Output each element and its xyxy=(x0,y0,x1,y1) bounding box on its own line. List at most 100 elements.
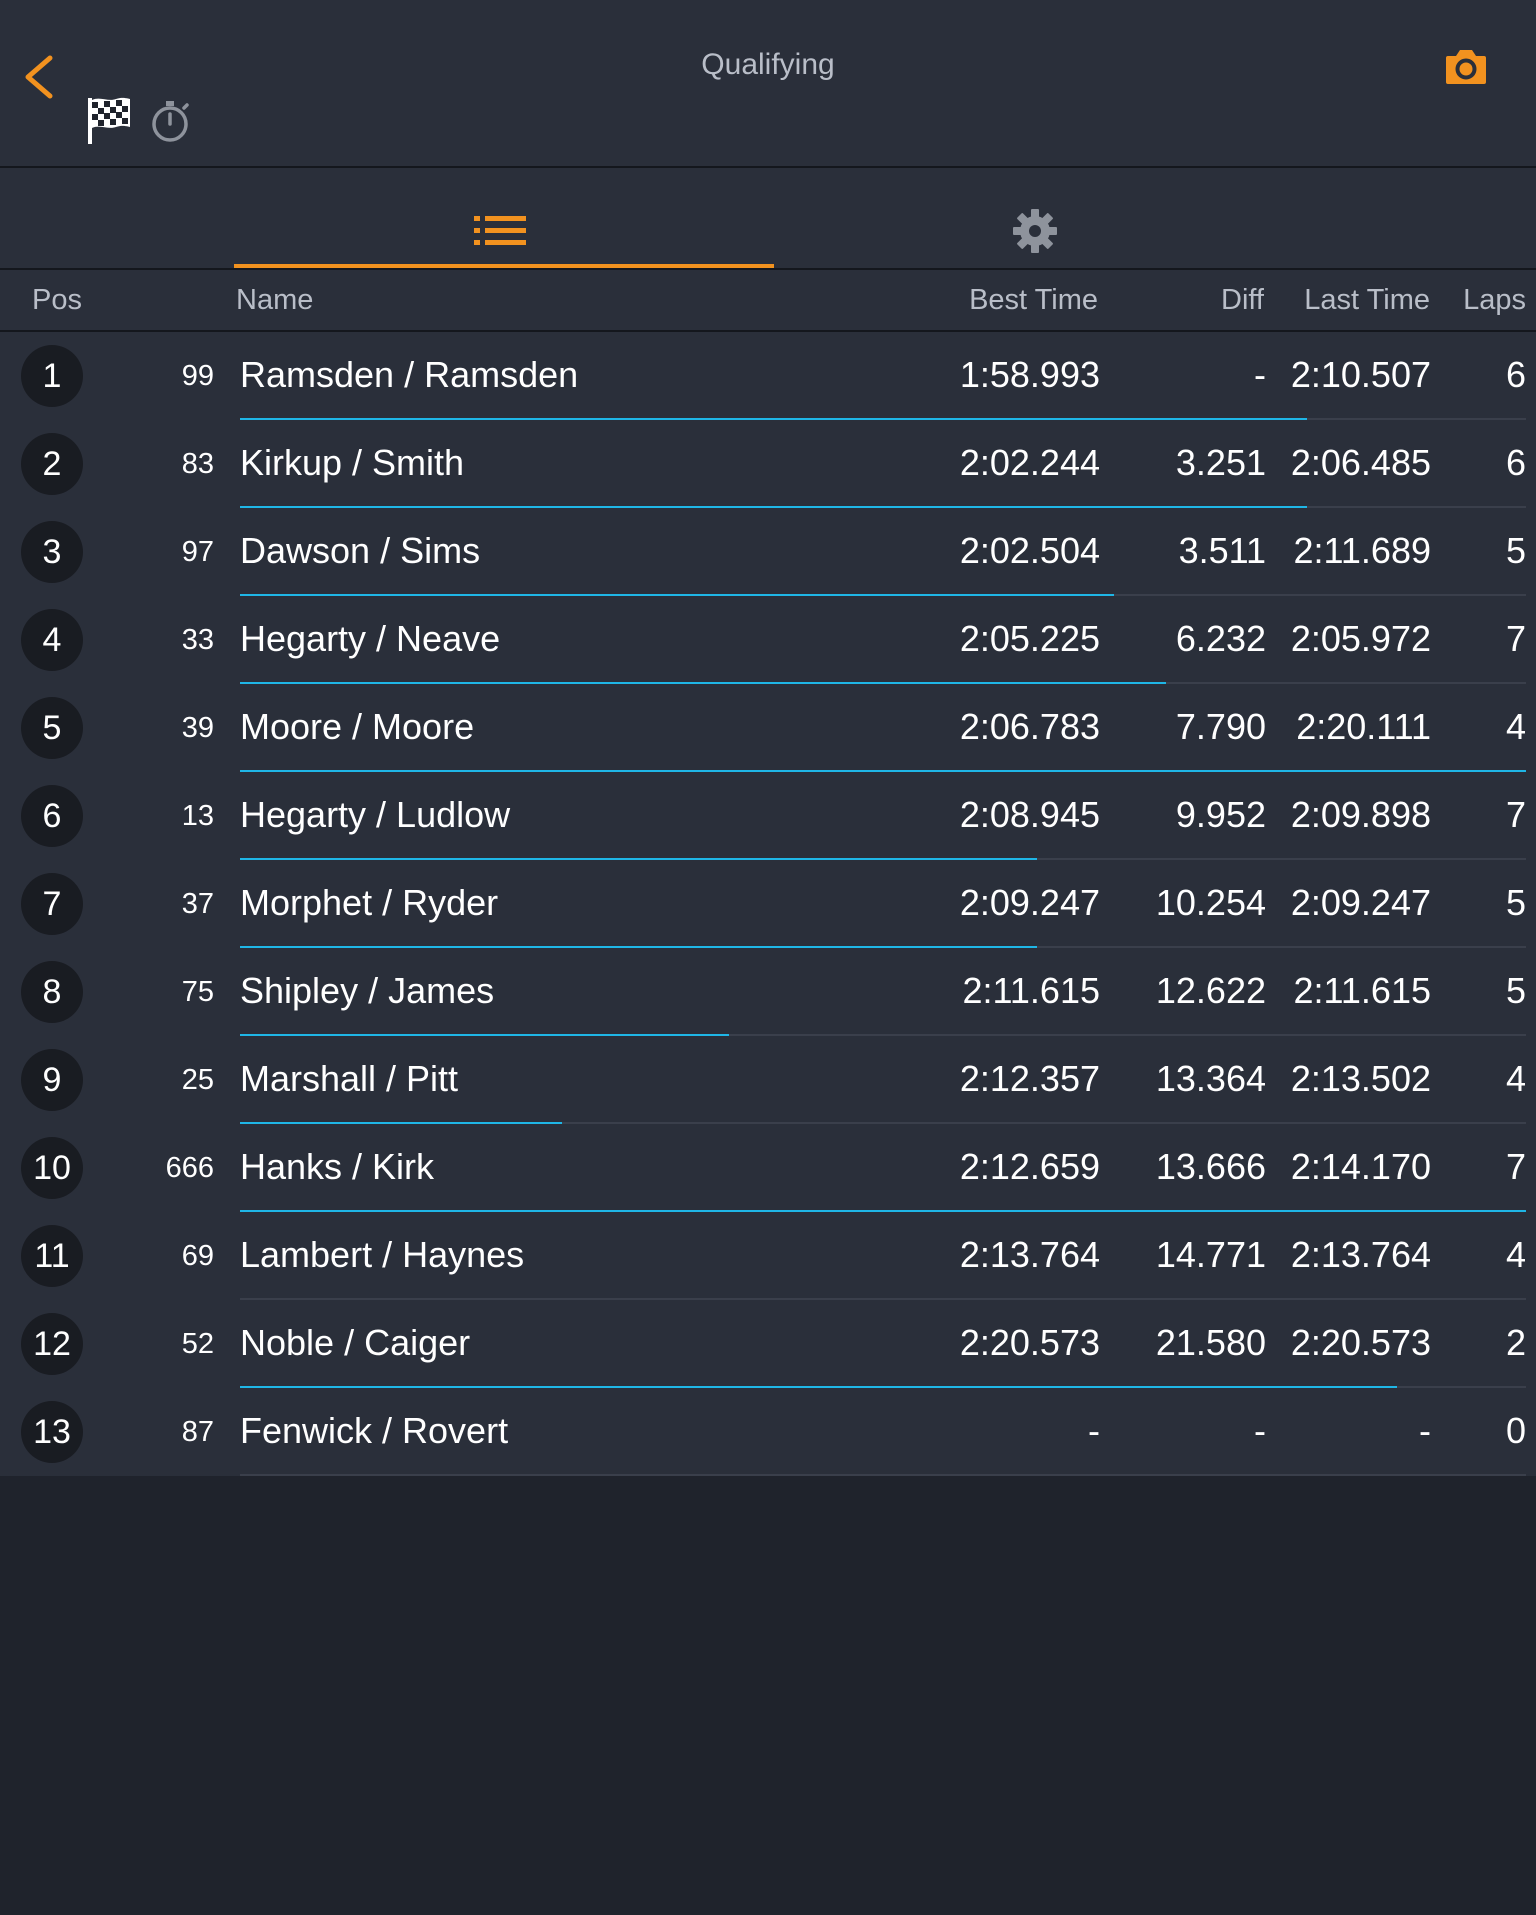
best-time: 2:06.783 xyxy=(959,706,1100,747)
last-time: 2:10.507 xyxy=(1290,354,1431,395)
driver-names: Ramsden / Ramsden xyxy=(240,354,579,395)
driver-names: Morphet / Ryder xyxy=(240,882,499,923)
best-time: 1:58.993 xyxy=(959,354,1100,395)
diff-time: 14.771 xyxy=(1155,1234,1266,1275)
last-time: 2:05.972 xyxy=(1290,618,1431,659)
table-row[interactable]: 8 75 Shipley / James 2:11.615 12.622 2:1… xyxy=(0,948,1536,1036)
driver-names: Dawson / Sims xyxy=(240,530,481,571)
lap-count: 7 xyxy=(1505,618,1526,659)
car-number: 13 xyxy=(181,800,214,832)
page-title: Qualifying xyxy=(701,48,835,81)
car-number: 52 xyxy=(181,1328,214,1360)
last-time: 2:20.573 xyxy=(1290,1322,1431,1363)
diff-time: 3.511 xyxy=(1178,530,1266,571)
position-badge: 11 xyxy=(21,1225,83,1287)
best-time: 2:08.945 xyxy=(959,794,1100,835)
table-row[interactable]: 12 52 Noble / Caiger 2:20.573 21.580 2:2… xyxy=(0,1300,1536,1388)
driver-names: Fenwick / Rovert xyxy=(240,1410,509,1451)
lap-count: 5 xyxy=(1505,882,1526,923)
position-badge: 6 xyxy=(21,785,83,847)
column-pos: Pos xyxy=(32,284,82,316)
driver-names: Noble / Caiger xyxy=(240,1322,471,1363)
lap-count: 4 xyxy=(1505,1058,1526,1099)
last-time: 2:13.764 xyxy=(1290,1234,1431,1275)
table-row[interactable]: 1 99 Ramsden / Ramsden 1:58.993 - 2:10.5… xyxy=(0,332,1536,420)
position-badge: 2 xyxy=(21,433,83,495)
results-table-header: Pos Name Best Time Diff Last Time Laps xyxy=(0,270,1536,332)
diff-time: 10.254 xyxy=(1155,882,1266,923)
camera-icon[interactable] xyxy=(1444,46,1488,86)
diff-time: 12.622 xyxy=(1155,970,1266,1011)
lap-count: 0 xyxy=(1505,1410,1526,1451)
driver-names: Lambert / Haynes xyxy=(240,1234,525,1275)
best-time: - xyxy=(1088,1410,1100,1451)
diff-time: 13.364 xyxy=(1155,1058,1266,1099)
driver-names: Hegarty / Ludlow xyxy=(240,794,511,835)
tab-results-list[interactable] xyxy=(234,168,774,268)
table-row[interactable]: 6 13 Hegarty / Ludlow 2:08.945 9.952 2:0… xyxy=(0,772,1536,860)
position-badge: 8 xyxy=(21,961,83,1023)
column-name: Name xyxy=(236,284,314,316)
table-row[interactable]: 3 97 Dawson / Sims 2:02.504 3.511 2:11.6… xyxy=(0,508,1536,596)
car-number: 37 xyxy=(181,888,214,920)
diff-time: 13.666 xyxy=(1155,1146,1266,1187)
car-number: 75 xyxy=(181,976,214,1008)
column-diff: Diff xyxy=(1221,284,1264,316)
diff-time: 3.251 xyxy=(1175,442,1266,483)
checkered-flag-icon[interactable] xyxy=(86,94,134,146)
position-badge: 3 xyxy=(21,521,83,583)
car-number: 25 xyxy=(181,1064,214,1096)
lap-count: 4 xyxy=(1505,1234,1526,1275)
position-badge: 10 xyxy=(21,1137,83,1199)
best-time: 2:02.244 xyxy=(959,442,1100,483)
row-divider xyxy=(240,1474,1526,1476)
last-time: 2:11.689 xyxy=(1293,530,1431,571)
diff-time: - xyxy=(1254,354,1266,395)
diff-time: 7.790 xyxy=(1175,706,1266,747)
tab-settings[interactable] xyxy=(774,168,1314,268)
gear-icon xyxy=(1013,209,1057,253)
last-time: 2:13.502 xyxy=(1290,1058,1431,1099)
last-time: 2:14.170 xyxy=(1290,1146,1431,1187)
car-number: 83 xyxy=(181,448,214,480)
diff-time: - xyxy=(1254,1410,1266,1451)
table-row[interactable]: 7 37 Morphet / Ryder 2:09.247 10.254 2:0… xyxy=(0,860,1536,948)
position-badge: 7 xyxy=(21,873,83,935)
table-row[interactable]: 13 87 Fenwick / Rovert - - - 0 xyxy=(0,1388,1536,1476)
table-row[interactable]: 4 33 Hegarty / Neave 2:05.225 6.232 2:05… xyxy=(0,596,1536,684)
stopwatch-icon[interactable] xyxy=(148,98,192,144)
table-row[interactable]: 9 25 Marshall / Pitt 2:12.357 13.364 2:1… xyxy=(0,1036,1536,1124)
best-time: 2:20.573 xyxy=(959,1322,1100,1363)
driver-names: Moore / Moore xyxy=(240,706,475,747)
driver-names: Hegarty / Neave xyxy=(240,618,501,659)
column-last-time: Last Time xyxy=(1304,284,1430,316)
best-time: 2:11.615 xyxy=(962,970,1100,1011)
last-time: 2:09.898 xyxy=(1290,794,1431,835)
lap-count: 6 xyxy=(1505,442,1526,483)
driver-names: Marshall / Pitt xyxy=(240,1058,459,1099)
best-time: 2:05.225 xyxy=(959,618,1100,659)
car-number: 69 xyxy=(181,1240,214,1272)
lap-count: 2 xyxy=(1505,1322,1526,1363)
table-row[interactable]: 10 666 Hanks / Kirk 2:12.659 13.666 2:14… xyxy=(0,1124,1536,1212)
list-icon xyxy=(474,216,526,245)
position-badge: 5 xyxy=(21,697,83,759)
position-badge: 1 xyxy=(21,345,83,407)
car-number: 33 xyxy=(181,624,214,656)
last-time: 2:20.111 xyxy=(1296,706,1431,747)
car-number: 666 xyxy=(165,1152,214,1184)
best-time: 2:12.659 xyxy=(959,1146,1100,1187)
lap-count: 5 xyxy=(1505,530,1526,571)
table-row[interactable]: 2 83 Kirkup / Smith 2:02.244 3.251 2:06.… xyxy=(0,420,1536,508)
car-number: 39 xyxy=(181,712,214,744)
car-number: 99 xyxy=(181,360,214,392)
lap-count: 4 xyxy=(1505,706,1526,747)
lap-count: 7 xyxy=(1505,794,1526,835)
best-time: 2:12.357 xyxy=(959,1058,1100,1099)
table-row[interactable]: 11 69 Lambert / Haynes 2:13.764 14.771 2… xyxy=(0,1212,1536,1300)
tab-bar xyxy=(0,168,1536,270)
position-badge: 4 xyxy=(21,609,83,671)
car-number: 97 xyxy=(181,536,214,568)
table-row[interactable]: 5 39 Moore / Moore 2:06.783 7.790 2:20.1… xyxy=(0,684,1536,772)
position-badge: 9 xyxy=(21,1049,83,1111)
